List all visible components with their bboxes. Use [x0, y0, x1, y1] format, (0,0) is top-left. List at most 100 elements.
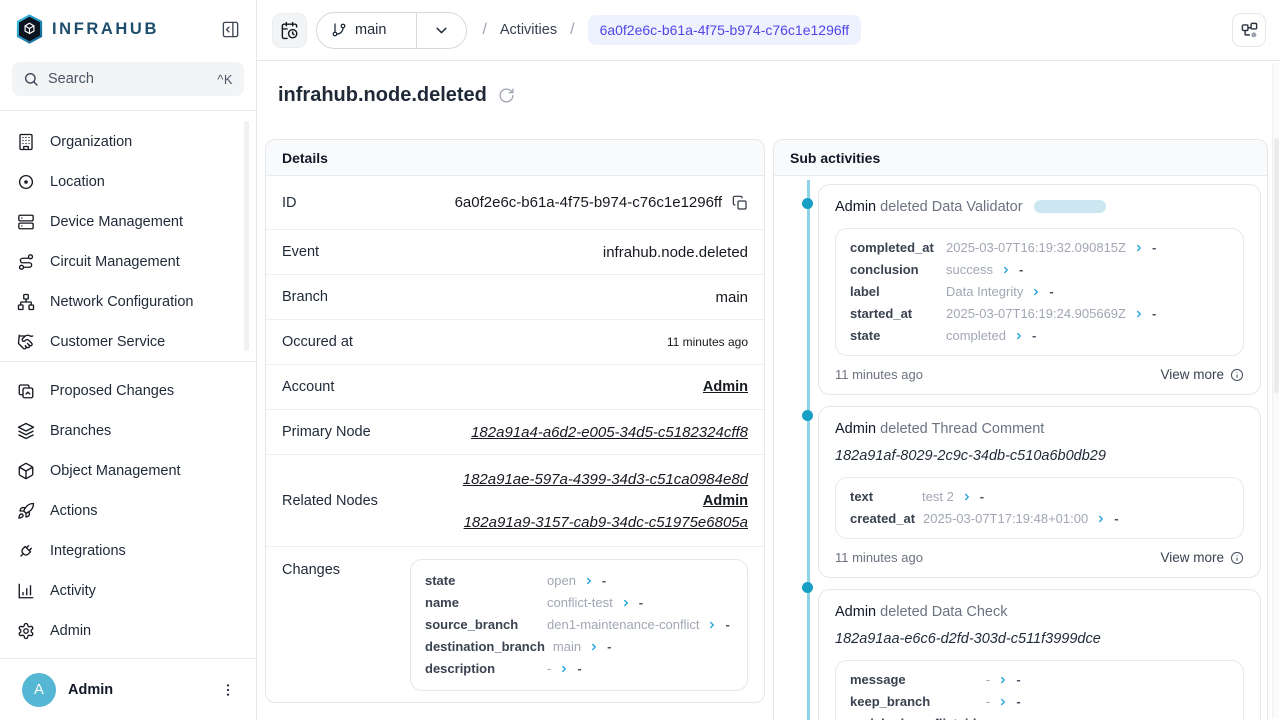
sidebar-item-label: Device Management [50, 214, 183, 230]
topbar: main / Activities / 6a0f2e6c-b61a-4f75-b… [257, 0, 1280, 61]
circle-dot-icon [17, 173, 35, 191]
activity-attributes: message-- keep_branch-- enriched_conflic… [835, 660, 1244, 720]
sub-activities-panel: Sub activities Admin deleted Data Valida… [773, 139, 1268, 720]
calendar-clock-icon [280, 21, 299, 40]
detail-row-account: Account Admin [266, 365, 764, 410]
sidebar-item-label: Activity [50, 583, 96, 599]
bar-chart-icon [17, 582, 35, 600]
sidebar-item-label: Proposed Changes [50, 383, 174, 399]
sidebar-item-network-configuration[interactable]: Network Configuration [0, 282, 256, 322]
breadcrumb-activities-link[interactable]: Activities [500, 22, 557, 38]
refresh-button[interactable] [498, 87, 515, 104]
kebab-icon [220, 682, 236, 698]
page-scrollbar[interactable] [1272, 63, 1279, 718]
sidebar-item-object-management[interactable]: Object Management [0, 451, 256, 491]
change-arrow-icon [1031, 287, 1041, 297]
breadcrumb: / Activities / 6a0f2e6c-b61a-4f75-b974-c… [482, 15, 861, 45]
account-link[interactable]: Admin [703, 379, 748, 395]
graph-schema-icon [1240, 21, 1259, 40]
search-input[interactable] [48, 71, 208, 87]
network-icon [17, 293, 35, 311]
panel-collapse-icon [221, 20, 240, 39]
copy-icon [732, 195, 748, 211]
activity-node-id: 182a91af-8029-2c9c-34db-c510a6b0db29 [835, 446, 1244, 466]
change-arrow-icon [962, 492, 972, 502]
sidebar-item-label: Integrations [50, 543, 126, 559]
change-arrow-icon [1134, 309, 1144, 319]
page-scrollbar-thumb[interactable] [1274, 138, 1279, 393]
collapse-sidebar-button[interactable] [219, 18, 242, 41]
server-icon [17, 213, 35, 231]
sidebar-item-actions[interactable]: Actions [0, 491, 256, 531]
sidebar-item-label: Location [50, 174, 105, 190]
layers-icon [17, 422, 35, 440]
change-entry: destination_branch main - [425, 636, 733, 658]
sidebar-item-device-management[interactable]: Device Management [0, 202, 256, 242]
sidebar-scrollbar[interactable] [244, 121, 249, 351]
rocket-icon [17, 502, 35, 520]
details-header: Details [266, 140, 764, 176]
view-more-button[interactable]: View more [1160, 550, 1244, 565]
primary-node-link[interactable]: 182a91a4-a6d2-e005-34d5-c5182324cff8 [471, 424, 748, 441]
sidebar-item-location[interactable]: Location [0, 162, 256, 202]
change-entry: state open - [425, 570, 733, 592]
sidebar: INFRAHUB ^K Organization Location Device… [0, 0, 257, 720]
sidebar-item-label: Object Management [50, 463, 181, 479]
sidebar-item-label: Customer Service [50, 334, 165, 350]
related-node-link[interactable]: Admin [703, 493, 748, 509]
change-arrow-icon [707, 620, 717, 630]
view-more-button[interactable]: View more [1160, 367, 1244, 382]
related-node-link[interactable]: 182a91ae-597a-4399-34d3-c51ca0984e8d [463, 471, 748, 488]
schema-visualizer-button[interactable] [1232, 13, 1266, 47]
activity-action: deleted Data Check [880, 604, 1007, 620]
main-content: infrahub.node.deleted Details ID 6a0f2e6… [257, 61, 1280, 720]
sidebar-item-admin[interactable]: Admin [0, 611, 256, 651]
detail-row-id: ID 6a0f2e6c-b61a-4f75-b974-c76c1e1296ff [266, 176, 764, 230]
sidebar-item-circuit-management[interactable]: Circuit Management [0, 242, 256, 282]
detail-id-value: 6a0f2e6c-b61a-4f75-b974-c76c1e1296ff [455, 194, 722, 211]
related-node-link[interactable]: 182a91a9-3157-cab9-34dc-c51975e6805a [464, 514, 748, 531]
branch-selector[interactable]: main [316, 12, 467, 49]
changes-box: state open - name conflict-test - source… [410, 559, 748, 691]
sidebar-item-customer-service[interactable]: Customer Service [0, 322, 256, 362]
details-panel: Details ID 6a0f2e6c-b61a-4f75-b974-c76c1… [265, 139, 765, 703]
search-box[interactable]: ^K [12, 62, 244, 96]
change-arrow-icon [559, 664, 569, 674]
activity-timestamp: 11 minutes ago [835, 550, 923, 565]
time-travel-button[interactable] [272, 13, 307, 48]
sidebar-item-integrations[interactable]: Integrations [0, 531, 256, 571]
change-arrow-icon [1134, 243, 1144, 253]
activity-actor: Admin [835, 604, 876, 620]
page-title: infrahub.node.deleted [278, 84, 487, 107]
search-shortcut: ^K [217, 72, 233, 87]
change-entry: name conflict-test - [425, 592, 733, 614]
sidebar-nav-objects: Organization Location Device Management … [0, 111, 256, 362]
detail-row-branch: Branch main [266, 275, 764, 320]
change-arrow-icon [589, 642, 599, 652]
copy-id-button[interactable] [732, 195, 748, 211]
sidebar-item-label: Admin [50, 623, 91, 639]
activity-actor: Admin [835, 199, 876, 215]
breadcrumb-separator: / [482, 21, 486, 39]
activity-action: deleted Data Validator [880, 199, 1022, 215]
branch-dropdown-toggle[interactable] [416, 13, 466, 48]
change-arrow-icon [1001, 265, 1011, 275]
change-arrow-icon [584, 576, 594, 586]
info-icon [1230, 368, 1244, 382]
sidebar-item-activity[interactable]: Activity [0, 571, 256, 611]
change-arrow-icon [621, 598, 631, 608]
sidebar-item-label: Network Configuration [50, 294, 193, 310]
chevron-down-icon [433, 22, 450, 39]
sidebar-item-proposed-changes[interactable]: Proposed Changes [0, 371, 256, 411]
sidebar-item-branches[interactable]: Branches [0, 411, 256, 451]
infrahub-logo-icon [16, 14, 43, 44]
sidebar-item-label: Organization [50, 134, 132, 150]
plug-icon [17, 542, 35, 560]
user-menu-button[interactable] [216, 678, 240, 702]
proposed-changes-icon [17, 382, 35, 400]
branch-name: main [355, 22, 386, 38]
search-icon [23, 71, 39, 87]
avatar: A [22, 673, 56, 707]
sidebar-item-organization[interactable]: Organization [0, 122, 256, 162]
change-entry: source_branch den1-maintenance-conflict … [425, 614, 733, 636]
